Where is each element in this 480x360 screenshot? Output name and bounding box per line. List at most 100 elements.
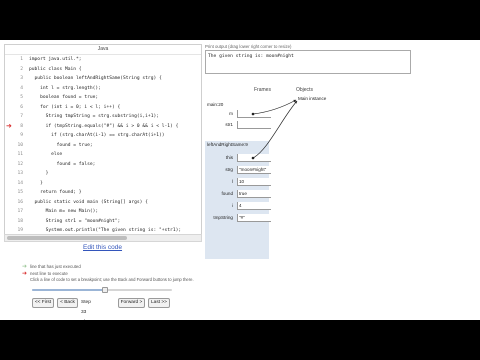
- step-counter: Step 33 of 60: [81, 300, 91, 315]
- next-line-arrow-icon: ➜: [22, 271, 28, 277]
- var-name-tmpString: tmpString: [213, 215, 233, 220]
- line-number: 13: [17, 171, 23, 176]
- code-line[interactable]: 1 import java.util.*;: [5, 55, 201, 65]
- objects-heading: Objects: [296, 87, 313, 93]
- line-code: found = true;: [29, 142, 93, 148]
- print-output-box[interactable]: The given string is: moon#night: [205, 50, 411, 74]
- code-panel: Java 1 import java.util.*; 2 public class M…: [4, 44, 202, 236]
- var-name-this: this: [225, 155, 233, 160]
- var-value-m: [237, 110, 271, 118]
- leftAndRightSame-stack-frame: leftAndRightSame:9 this strg "moon#night…: [205, 141, 271, 259]
- first-button[interactable]: << First: [32, 298, 54, 308]
- code-line[interactable]: 6 for (int i = 0; i < l; i++) {: [5, 103, 201, 113]
- var-name-strg: strg: [225, 167, 233, 172]
- frames-heading: Frames: [254, 87, 271, 93]
- var-value-l: 10: [237, 178, 271, 186]
- legend-next-text: next line to execute: [30, 271, 68, 276]
- code-line[interactable]: 18 String str1 = "moon#night";: [5, 217, 201, 227]
- line-code: public class Main {: [29, 66, 82, 72]
- code-line[interactable]: 3 public boolean leftAndRightSame(String…: [5, 74, 201, 84]
- var-value-found: true: [237, 190, 271, 198]
- var-value-tmpString: "#": [237, 214, 271, 222]
- code-line[interactable]: 5 boolean found = true;: [5, 93, 201, 103]
- line-code: return found; }: [29, 190, 82, 195]
- python-tutor-visualizer: Java 1 import java.util.*; 2 public class M…: [0, 40, 480, 320]
- main-frame-title: main:20: [207, 102, 224, 107]
- code-line[interactable]: 10 found = true;: [5, 141, 201, 151]
- line-number: 16: [17, 199, 23, 205]
- var-name-found: found: [221, 191, 234, 196]
- line-code: public static void main (String[] args) …: [29, 199, 148, 205]
- code-line[interactable]: 2 public class Main {: [5, 65, 201, 75]
- line-code: String tmpString = strg.substring(i,i+1)…: [29, 114, 159, 119]
- step-slider-fill: [32, 289, 105, 291]
- main-stack-frame: main:20 m str1: [205, 101, 271, 129]
- code-horizontal-scrollbar[interactable]: [4, 234, 202, 242]
- step-slider-handle[interactable]: [101, 286, 108, 293]
- line-code: public boolean leftAndRightSame(String s…: [29, 76, 162, 81]
- var-value-str1: [237, 121, 271, 129]
- code-line[interactable]: 15 return found; }: [5, 188, 201, 198]
- code-lines: 1 import java.util.*; 2 public class Main {…: [5, 55, 201, 235]
- line-number: 3: [20, 76, 23, 81]
- main-instance-object: Main instance: [298, 96, 327, 101]
- language-label: Java: [5, 45, 201, 55]
- code-line[interactable]: 11 else: [5, 150, 201, 160]
- code-line[interactable]: 12 found = false;: [5, 160, 201, 170]
- code-line[interactable]: 8 if (tmpString.equals("#") && i > 0 && …: [5, 122, 201, 132]
- line-code: import java.util.*;: [29, 57, 82, 62]
- legend-executed-text: line that has just executed: [30, 264, 81, 269]
- line-code: }: [29, 171, 49, 176]
- forward-button[interactable]: Forward >: [118, 298, 145, 308]
- breakpoint-hint: Click a line of code to set a breakpoint…: [30, 277, 194, 282]
- var-name-str1: str1: [225, 122, 233, 127]
- line-number: 11: [17, 152, 23, 157]
- var-value-i: 4: [237, 202, 271, 210]
- line-number: 9: [20, 133, 23, 138]
- next-line-arrow-icon: ➜: [6, 122, 12, 130]
- scrollbar-thumb[interactable]: [7, 236, 127, 240]
- last-button[interactable]: Last >>: [148, 298, 170, 308]
- code-line[interactable]: 4 int l = strg.length();: [5, 84, 201, 94]
- line-number: 1: [20, 57, 23, 62]
- var-name-l: l: [231, 179, 233, 184]
- back-button[interactable]: < Back: [57, 298, 78, 308]
- line-code: for (int i = 0; i < l; i++) {: [29, 104, 121, 110]
- line-number: 2: [20, 66, 23, 72]
- line-number: 10: [17, 142, 23, 148]
- line-code: String str1 = "moon#night";: [29, 218, 121, 224]
- var-value-strg: "moon#night": [237, 166, 271, 174]
- var-name-i: i: [231, 203, 233, 208]
- code-line[interactable]: 13 }: [5, 169, 201, 179]
- step-slider[interactable]: [32, 286, 172, 293]
- code-line[interactable]: 14 }: [5, 179, 201, 189]
- code-line[interactable]: 9 if (strg.charAt(i-1) == strg.charAt(i+…: [5, 131, 201, 141]
- executed-arrow-icon: ➜: [22, 264, 28, 270]
- code-line[interactable]: 16 public static void main (String[] arg…: [5, 198, 201, 208]
- var-value-this: [237, 154, 271, 162]
- print-output-label: Print output (drag lower right corner to…: [205, 44, 292, 49]
- line-code: found = false;: [29, 161, 96, 167]
- line-code: if (tmpString.equals("#") && i > 0 && i …: [29, 123, 179, 129]
- line-number: 5: [20, 95, 23, 100]
- line-code: boolean found = true;: [29, 95, 99, 100]
- line-number: 14: [17, 180, 23, 186]
- line-number: 4: [20, 85, 23, 91]
- line-number: 12: [17, 161, 23, 167]
- edit-code-link[interactable]: Edit this code: [83, 244, 122, 251]
- var-name-m: m: [229, 111, 233, 116]
- line-number: 6: [20, 104, 23, 110]
- line-code: else: [29, 152, 63, 157]
- line-code: if (strg.charAt(i-1) == strg.charAt(i+1)…: [29, 133, 165, 138]
- line-number: 15: [17, 190, 23, 195]
- line-code: }: [29, 180, 43, 186]
- line-number: 18: [17, 218, 23, 224]
- line-number: 17: [17, 209, 23, 214]
- code-line[interactable]: 7 String tmpString = strg.substring(i,i+…: [5, 112, 201, 122]
- code-line[interactable]: 17 Main m= new Main();: [5, 207, 201, 217]
- method-frame-title: leftAndRightSame:9: [207, 142, 248, 147]
- line-number: 7: [20, 114, 23, 119]
- line-code: int l = strg.length();: [29, 85, 101, 91]
- line-code: Main m= new Main();: [29, 209, 99, 214]
- print-output-text: The given string is: moon#night: [208, 54, 294, 59]
